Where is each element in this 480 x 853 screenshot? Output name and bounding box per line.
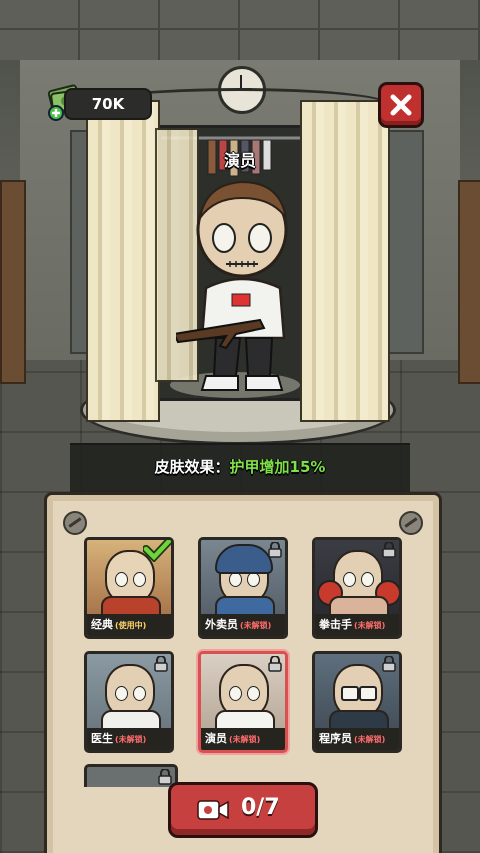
eye [247, 686, 260, 701]
ceiling [0, 0, 480, 60]
skin-name: 程序员 [319, 732, 352, 745]
skin-card-label: 演员 (未解锁) [201, 728, 285, 750]
glasses [341, 686, 359, 701]
close-button[interactable] [378, 82, 424, 128]
lock-icon [268, 542, 282, 558]
skin-card-label: 拳击手 (未解锁) [315, 614, 399, 636]
skin-name: 医生 [91, 732, 113, 745]
eye [247, 572, 260, 587]
left-shoe-shelf [0, 180, 26, 384]
eye [133, 572, 146, 587]
skin-status: (未解锁) [240, 621, 272, 630]
lock-icon [382, 542, 396, 558]
skin-card-boxer[interactable]: 拳击手 (未解锁) [312, 537, 402, 639]
skin-name: 拳击手 [319, 618, 352, 631]
skin-effect: 皮肤效果：护甲增加15% [70, 456, 410, 477]
skin-card-label: 外卖员 (未解锁) [201, 614, 285, 636]
skin-card-partial[interactable] [84, 764, 178, 787]
eye [229, 686, 242, 701]
right-shoe-shelf [458, 180, 480, 384]
screw-icon [399, 511, 423, 535]
skin-status: (未解锁) [229, 735, 261, 744]
eye [115, 572, 128, 587]
skin-card-delivery[interactable]: 外卖员 (未解锁) [198, 537, 288, 639]
skin-effect-value: 护甲增加15% [229, 458, 326, 476]
eye [133, 686, 146, 701]
skin-card-actor[interactable]: 演员 (未解锁) [198, 651, 288, 753]
video-camera-icon [197, 800, 229, 820]
skin-status: (未解锁) [354, 735, 386, 744]
skin-status: (使用中) [115, 621, 147, 630]
watch-video-button[interactable]: 0/7 [168, 782, 318, 838]
skin-card-label: 医生 (未解锁) [87, 728, 171, 750]
character-name: 演员 [223, 151, 256, 170]
skin-card-doctor[interactable]: 医生 (未解锁) [84, 651, 174, 753]
eye [361, 572, 374, 587]
character-actor [176, 180, 288, 391]
eye [115, 686, 128, 701]
lock-icon [158, 769, 172, 785]
skin-name: 外卖员 [205, 618, 238, 631]
skin-effect-label: 皮肤效果： [154, 458, 230, 476]
currency-counter: 70K [64, 88, 152, 120]
dressing-room-scene: 70K 演员 皮肤效果：护甲增加15% 经典 (使用中) 外卖员 (未解锁) 拳… [0, 0, 480, 853]
curtain-left [86, 100, 160, 422]
screw-icon [63, 511, 87, 535]
eye [229, 572, 242, 587]
skin-card-classic[interactable]: 经典 (使用中) [84, 537, 174, 639]
skin-name: 演员 [205, 732, 227, 745]
skin-card-label: 经典 (使用中) [87, 614, 171, 636]
glasses [359, 686, 377, 701]
lock-icon [268, 656, 282, 672]
skin-card-programmer[interactable]: 程序员 (未解锁) [312, 651, 402, 753]
skin-card-label: 程序员 (未解锁) [315, 728, 399, 750]
close-icon [390, 94, 412, 116]
checkmark-icon [143, 540, 171, 562]
skin-status: (未解锁) [354, 621, 386, 630]
lock-icon [154, 656, 168, 672]
eye [343, 572, 356, 587]
skin-status: (未解锁) [115, 735, 147, 744]
skin-name: 经典 [91, 618, 113, 631]
lock-icon [382, 656, 396, 672]
video-progress-count: 0/7 [241, 795, 280, 820]
